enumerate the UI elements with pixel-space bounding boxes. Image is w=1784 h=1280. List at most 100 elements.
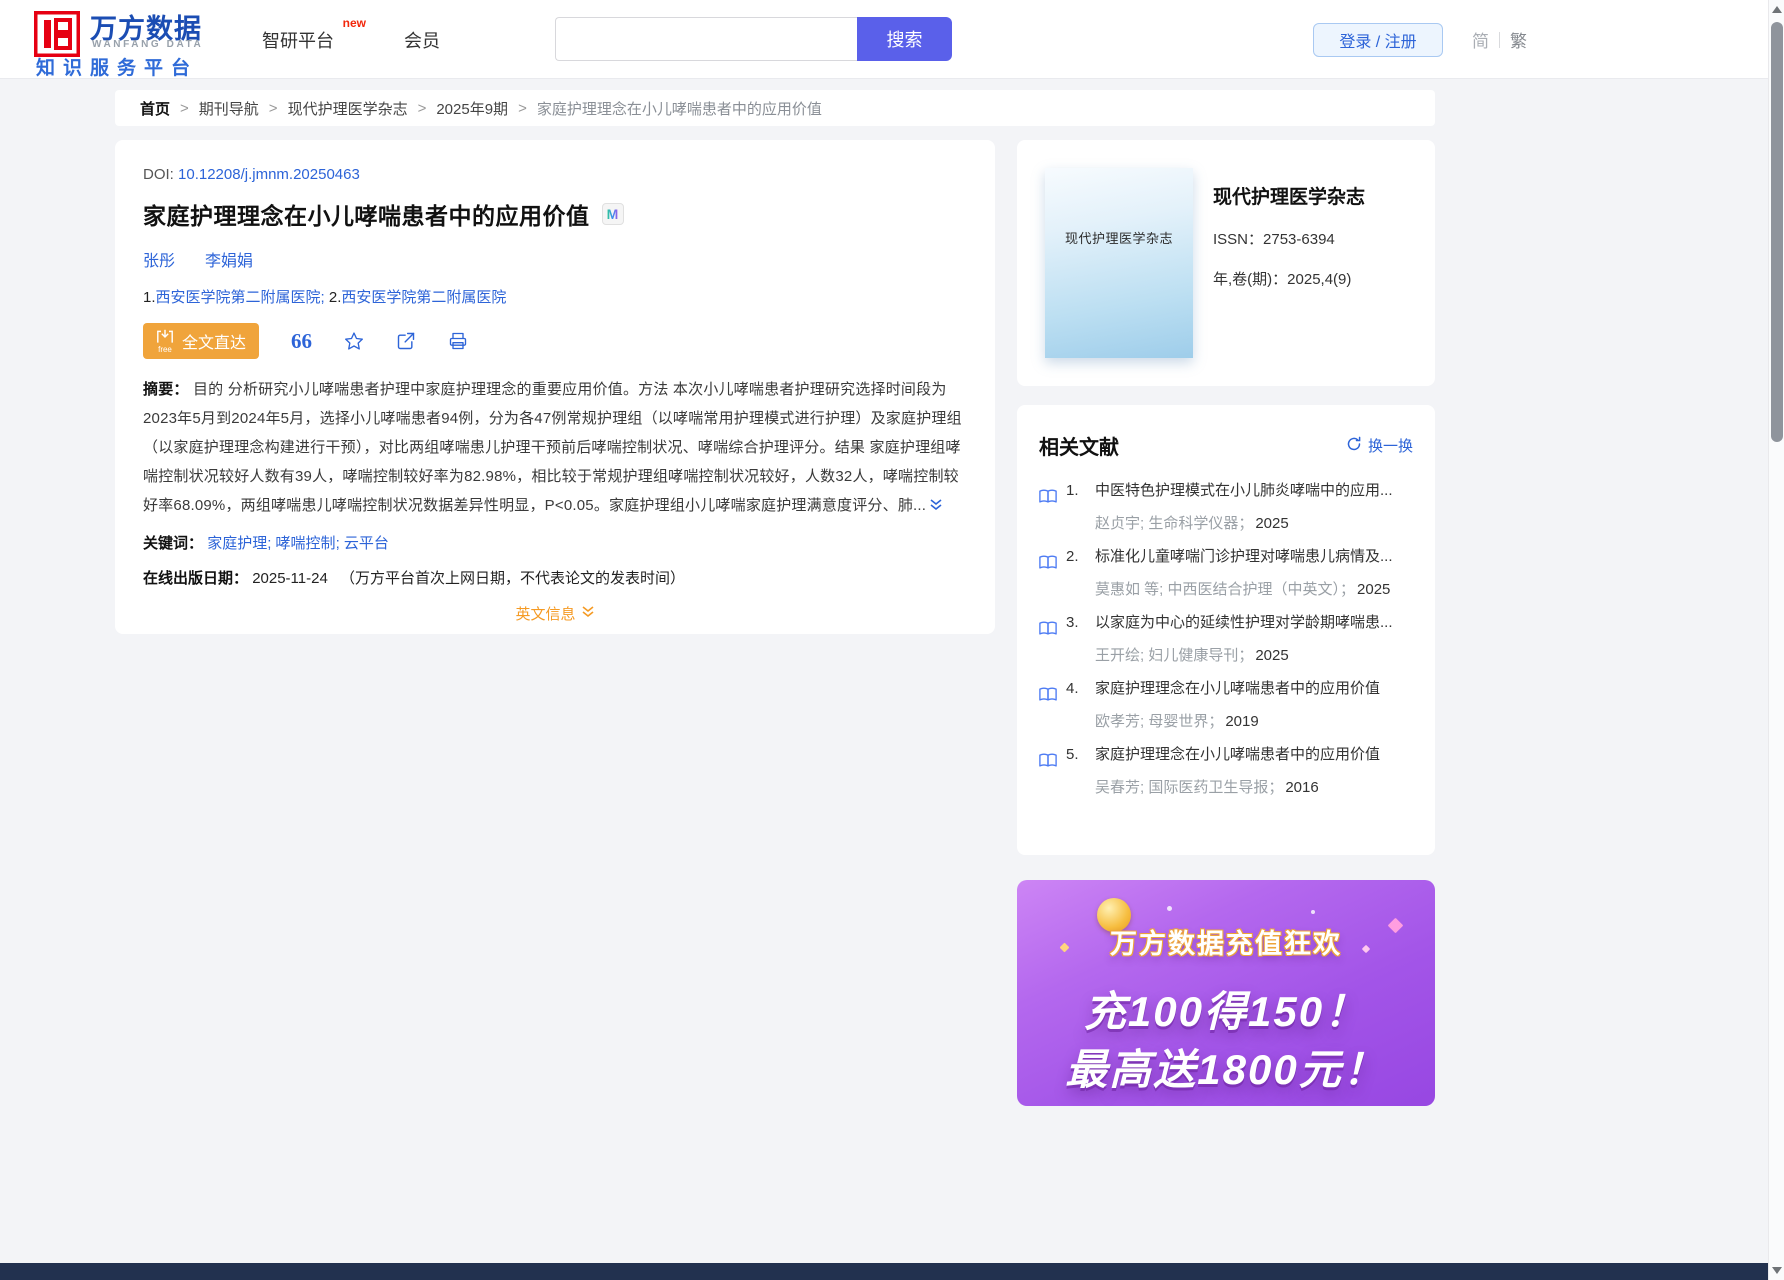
breadcrumb-item[interactable]: 现代护理医学杂志: [288, 98, 408, 119]
abstract-label: 摘要：: [143, 381, 189, 398]
abstract-text: 目的 分析研究小儿哮喘患者护理中家庭护理理念的重要应用价值。方法 本次小儿哮喘患…: [143, 381, 962, 514]
related-item: 3. 以家庭为中心的延续性护理对学龄期哮喘患... 王开绘; 妇儿健康导刊； 20…: [1039, 606, 1413, 672]
banner-title: 万方数据充值狂欢: [1110, 929, 1342, 959]
m-badge-icon[interactable]: M: [601, 203, 624, 225]
lang-divider: [1499, 31, 1500, 48]
login-register-button[interactable]: 登录 / 注册: [1313, 23, 1443, 57]
related-item-meta: 王开绘; 妇儿健康导刊； 2025: [1095, 647, 1289, 664]
share-icon[interactable]: [396, 331, 416, 351]
related-item-number: 1.: [1066, 482, 1079, 499]
book-icon: [1039, 483, 1057, 540]
keyword-separator: ;: [267, 535, 276, 552]
scroll-up-arrow-icon[interactable]: [1772, 6, 1782, 13]
book-icon: [1039, 747, 1057, 804]
fulltext-button[interactable]: free 全文直达: [143, 323, 260, 359]
affiliation-separator: ;: [320, 289, 329, 306]
new-badge: new: [342, 15, 366, 30]
affiliation-link[interactable]: 西安医学院第二附属医院: [156, 289, 321, 306]
doi-link[interactable]: 10.12208/j.jmnm.20250463: [178, 166, 360, 183]
nav-item-member[interactable]: 会员: [404, 27, 440, 53]
breadcrumb-item[interactable]: 首页: [140, 98, 170, 119]
related-item-title[interactable]: 标准化儿童哮喘门诊护理对哮喘患儿病情及...: [1095, 540, 1413, 573]
related-item-title[interactable]: 以家庭为中心的延续性护理对学龄期哮喘患...: [1095, 606, 1413, 639]
related-header: 相关文献 换一换: [1039, 431, 1413, 460]
related-item: 2. 标准化儿童哮喘门诊护理对哮喘患儿病情及... 莫惠如 等; 中西医结合护理…: [1039, 540, 1413, 606]
related-item: 1. 中医特色护理模式在小儿肺炎哮喘中的应用... 赵贞宇; 生命科学仪器； 20…: [1039, 474, 1413, 540]
lang-simplified[interactable]: 简: [1472, 27, 1489, 52]
english-info-toggle[interactable]: 英文信息: [143, 603, 967, 624]
logo-en-text: WANFANG DATA: [92, 39, 204, 50]
book-icon: [1039, 549, 1057, 606]
keyword-link[interactable]: 云平台: [344, 535, 389, 552]
scrollbar[interactable]: [1768, 0, 1784, 1280]
related-item-meta: 吴春芳; 国际医药卫生导报； 2016: [1095, 779, 1319, 796]
breadcrumb: 首页 > 期刊导航 > 现代护理医学杂志 >2025年9期 > 家庭护理理念在小儿哮喘患者中的…: [115, 90, 1435, 126]
top-nav: 智研平台 new 会员: [262, 0, 440, 79]
breadcrumb-item[interactable]: 期刊导航: [199, 98, 259, 119]
page: 万方数据 WANFANG DATA 知识服务平台 智研平台 new 会员 搜索 登录…: [0, 0, 1784, 1280]
affiliation-number: 2.: [328, 289, 342, 306]
related-card: 相关文献 换一换 1. 中医特色护理模式在小儿肺炎哮喘中的应用... 赵贞宇; …: [1017, 405, 1435, 855]
scrollbar-thumb[interactable]: [1771, 22, 1783, 442]
related-item-meta: 欧孝芳; 母婴世界； 2019: [1095, 713, 1259, 730]
confetti-dot: [1167, 906, 1172, 911]
banner-offer-line1: 充100得150！: [1083, 988, 1369, 1035]
related-item-meta: 赵贞宇; 生命科学仪器； 2025: [1095, 515, 1289, 532]
related-item-title[interactable]: 家庭护理理念在小儿哮喘患者中的应用价值: [1095, 738, 1413, 771]
book-icon: [1039, 681, 1057, 738]
journal-cover[interactable]: 现代护理医学杂志: [1045, 168, 1193, 358]
pubdate-row: 在线出版日期： 2025-11-24 （万方平台首次上网日期，不代表论文的发表时…: [143, 567, 967, 588]
related-item-number: 4.: [1066, 680, 1079, 697]
pubdate-label: 在线出版日期：: [143, 570, 249, 587]
related-item-number: 3.: [1066, 614, 1079, 631]
doi-row: DOI: 10.12208/j.jmnm.20250463: [143, 166, 967, 183]
related-title: 相关文献: [1039, 437, 1119, 459]
related-item-title[interactable]: 中医特色护理模式在小儿肺炎哮喘中的应用...: [1095, 474, 1413, 507]
citation-icon[interactable]: 66: [291, 330, 312, 352]
promo-banner[interactable]: 万方数据充值狂欢 充100得150！ 最高送1800元！: [1017, 880, 1435, 1106]
journal-issn: ISSN：2753-6394: [1213, 231, 1335, 248]
pubdate-note: （万方平台首次上网日期，不代表论文的发表时间）: [339, 570, 685, 587]
keywords-row: 关键词： 家庭护理; 哮喘控制; 云平台: [143, 532, 967, 553]
keyword-link[interactable]: 哮喘控制: [276, 535, 336, 552]
breadcrumb-item[interactable]: 2025年9期: [436, 98, 508, 119]
favorite-star-icon[interactable]: [344, 331, 364, 351]
authors: 张彤 李娟娟: [143, 247, 967, 271]
search-input[interactable]: [555, 17, 857, 61]
related-item-meta: 莫惠如 等; 中西医结合护理（中英文）； 2025: [1095, 581, 1391, 598]
banner-offer-line2: 最高送1800元！: [1065, 1046, 1387, 1093]
affiliation-link[interactable]: 西安医学院第二附属医院: [341, 289, 506, 306]
wanfang-logo[interactable]: 万方数据 WANFANG DATA 知识服务平台: [34, 6, 274, 79]
breadcrumb-item: 家庭护理理念在小儿哮喘患者中的应用价值: [536, 100, 822, 118]
fulltext-label: 全文直达: [182, 335, 247, 352]
related-item-number: 2.: [1066, 548, 1079, 565]
journal-volume: 年,卷(期)：2025,4(9): [1213, 271, 1352, 288]
keyword-link[interactable]: 家庭护理: [207, 535, 267, 552]
related-item-title[interactable]: 家庭护理理念在小儿哮喘患者中的应用价值: [1095, 672, 1413, 705]
affiliations: 1.西安医学院第二附属医院; 2.西安医学院第二附属医院: [143, 286, 967, 307]
scroll-down-arrow-icon[interactable]: [1772, 1267, 1782, 1274]
author-link[interactable]: 李娟娟: [205, 253, 253, 270]
expand-abstract-icon[interactable]: [929, 493, 943, 522]
lang-traditional[interactable]: 繁: [1510, 27, 1527, 52]
article-actions: free 全文直达 66: [143, 323, 967, 359]
header: 万方数据 WANFANG DATA 知识服务平台 智研平台 new 会员 搜索 登录…: [0, 0, 1784, 79]
breadcrumb-separator: >: [180, 99, 189, 117]
logo-tagline: 知识服务平台: [36, 58, 199, 79]
pubdate-value: 2025-11-24: [252, 570, 328, 587]
related-item-number: 5.: [1066, 746, 1079, 763]
refresh-icon: [1346, 436, 1362, 456]
author-link[interactable]: 张彤: [143, 253, 175, 270]
print-icon[interactable]: [448, 331, 468, 351]
refresh-related-button[interactable]: 换一换: [1346, 435, 1413, 456]
nav-item-zhiyan-platform[interactable]: 智研平台 new: [262, 16, 366, 53]
search-button[interactable]: 搜索: [857, 17, 952, 61]
keyword-separator: ;: [335, 535, 344, 552]
affiliation-number: 1.: [143, 289, 156, 306]
wanfang-logo-icon: [34, 11, 80, 57]
journal-card: 现代护理医学杂志 现代护理医学杂志 ISSN：2753-6394 年,卷(期)：…: [1017, 140, 1435, 386]
journal-name[interactable]: 现代护理医学杂志: [1213, 182, 1365, 209]
journal-info: 现代护理医学杂志 ISSN：2753-6394 年,卷(期)：2025,4(9): [1213, 182, 1365, 289]
free-download-icon: free: [156, 329, 174, 354]
title-row: 家庭护理理念在小儿哮喘患者中的应用价值 M: [143, 197, 967, 231]
